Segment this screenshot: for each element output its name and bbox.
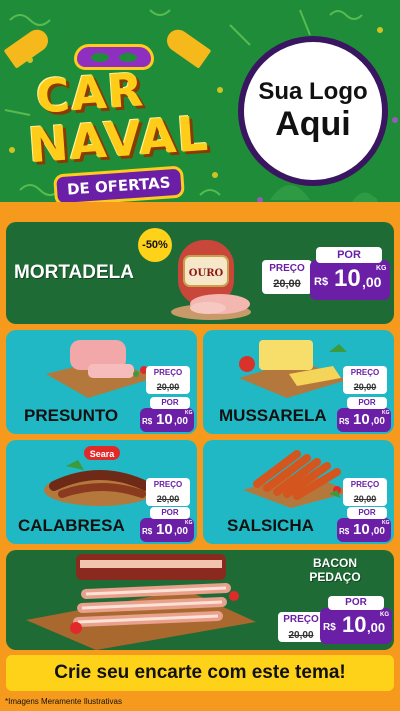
currency-label: R$ [142, 417, 153, 426]
price-decimal: ,00 [362, 274, 382, 290]
logo-text-line1: Sua Logo [258, 78, 368, 106]
por-label: POR [328, 596, 384, 610]
brand-ouro-text: OURO [189, 268, 224, 279]
divider-stripe [0, 202, 400, 216]
carnival-header: CAR NAVAL DE OFERTAS Sua Logo Aqui [0, 0, 400, 210]
price-decimal: ,00 [174, 416, 188, 427]
product-card-presunto[interactable]: PRESUNTO PREÇO 20,00 POR R$ 10 ,00 KG [6, 330, 197, 434]
bacon-image [26, 554, 256, 650]
unit-label: KG [376, 265, 387, 272]
currency-label: R$ [339, 527, 350, 536]
old-price-value: 20,00 [353, 494, 377, 504]
product-name: MORTADELA [14, 262, 134, 283]
product-name-line2: PEDAÇO [309, 570, 361, 584]
old-price-box: PREÇO 20,00 [343, 366, 387, 394]
price-decimal: ,00 [371, 526, 385, 537]
product-card-calabresa[interactable]: Seara CALABRESA PREÇO 20,00 POR R$ 10 ,0… [6, 440, 197, 544]
product-card-mussarela[interactable]: MUSSARELA PREÇO 20,00 POR R$ 10 ,00 KG [203, 330, 394, 434]
unit-label: KG [382, 520, 390, 526]
old-price-value: 20,00 [156, 494, 180, 504]
seara-brand-text: Seara [90, 449, 116, 459]
currency-label: R$ [314, 276, 329, 288]
product-card-salsicha[interactable]: SALSICHA PREÇO 20,00 POR R$ 10 ,00 KG [203, 440, 394, 544]
preco-label: PREÇO [350, 480, 380, 489]
old-price-box: PREÇO 20,00 [343, 478, 387, 506]
por-label: POR [316, 247, 382, 263]
old-price-value: 20,00 [156, 382, 180, 392]
price-integer: 10 [353, 521, 370, 538]
presunto-image [46, 340, 154, 398]
product-name: PRESUNTO [24, 406, 119, 425]
store-logo-placeholder[interactable]: Sua Logo Aqui [238, 36, 388, 186]
price-integer: 10 [353, 411, 370, 428]
new-price-box: POR R$ 10 ,00 KG [337, 397, 391, 432]
old-price-value: 20,00 [288, 630, 314, 641]
por-label: POR [347, 507, 387, 519]
preco-label: PREÇO [269, 263, 305, 274]
price-integer: 10 [334, 265, 361, 292]
carnaval-logo: CAR NAVAL DE OFERTAS [14, 20, 214, 207]
price-decimal: ,00 [367, 620, 386, 635]
product-name-line1: BACON [313, 556, 357, 570]
currency-label: R$ [142, 527, 153, 536]
currency-label: R$ [323, 622, 336, 633]
discount-badge: -50% [138, 228, 172, 262]
old-price-box: PREÇO 20,00 [146, 366, 190, 394]
preco-label: PREÇO [350, 368, 380, 377]
preco-label: PREÇO [283, 614, 319, 625]
por-label: POR [150, 507, 190, 519]
unit-label: KG [380, 612, 389, 618]
price-decimal: ,00 [174, 526, 188, 537]
price-integer: 10 [156, 411, 173, 428]
salsicha-image [243, 450, 351, 508]
price-integer: 10 [342, 612, 367, 637]
calabresa-image: Seara [44, 446, 156, 506]
currency-label: R$ [339, 417, 350, 426]
product-name: BACON PEDAÇO [300, 556, 370, 584]
por-label: POR [347, 397, 387, 409]
cta-banner[interactable]: Crie seu encarte com este tema! [6, 655, 394, 691]
preco-label: PREÇO [153, 368, 183, 377]
old-price-box: PREÇO 20,00 [146, 478, 190, 506]
mussarela-image [239, 340, 347, 398]
title-line2: NAVAL [26, 105, 211, 175]
logo-text-line2: Aqui [275, 105, 351, 144]
new-price-box: POR R$ 10 ,00 KG [337, 507, 391, 542]
product-card-bacon[interactable]: BACON PEDAÇO PREÇO 20,00 POR R$ 10 ,00 K… [6, 550, 394, 650]
old-price-value: 20,00 [273, 278, 301, 290]
old-price-value: 20,00 [353, 382, 377, 392]
new-price-box: POR R$ 10 ,00 KG [310, 247, 390, 300]
unit-label: KG [382, 410, 390, 416]
por-label: POR [150, 397, 190, 409]
price-decimal: ,00 [371, 416, 385, 427]
mortadela-image: OURO [171, 240, 251, 320]
preco-label: PREÇO [153, 480, 183, 489]
unit-label: KG [185, 520, 193, 526]
old-price-box: PREÇO 20,00 [262, 260, 312, 294]
product-card-mortadela[interactable]: MORTADELA -50% OURO PREÇO 20,00 POR R$ 1… [6, 222, 394, 324]
price-integer: 10 [156, 521, 173, 538]
new-price-box: POR R$ 10 ,00 KG [140, 507, 194, 542]
product-name: MUSSARELA [219, 406, 327, 425]
footnote: *Imagens Meramente Ilustrativas [5, 697, 122, 706]
old-price-box: PREÇO 20,00 [278, 612, 324, 642]
product-name: CALABRESA [18, 516, 125, 535]
unit-label: KG [185, 410, 193, 416]
new-price-box: POR R$ 10 ,00 KG [320, 596, 392, 644]
new-price-box: POR R$ 10 ,00 KG [140, 397, 194, 432]
product-name: SALSICHA [227, 516, 314, 535]
